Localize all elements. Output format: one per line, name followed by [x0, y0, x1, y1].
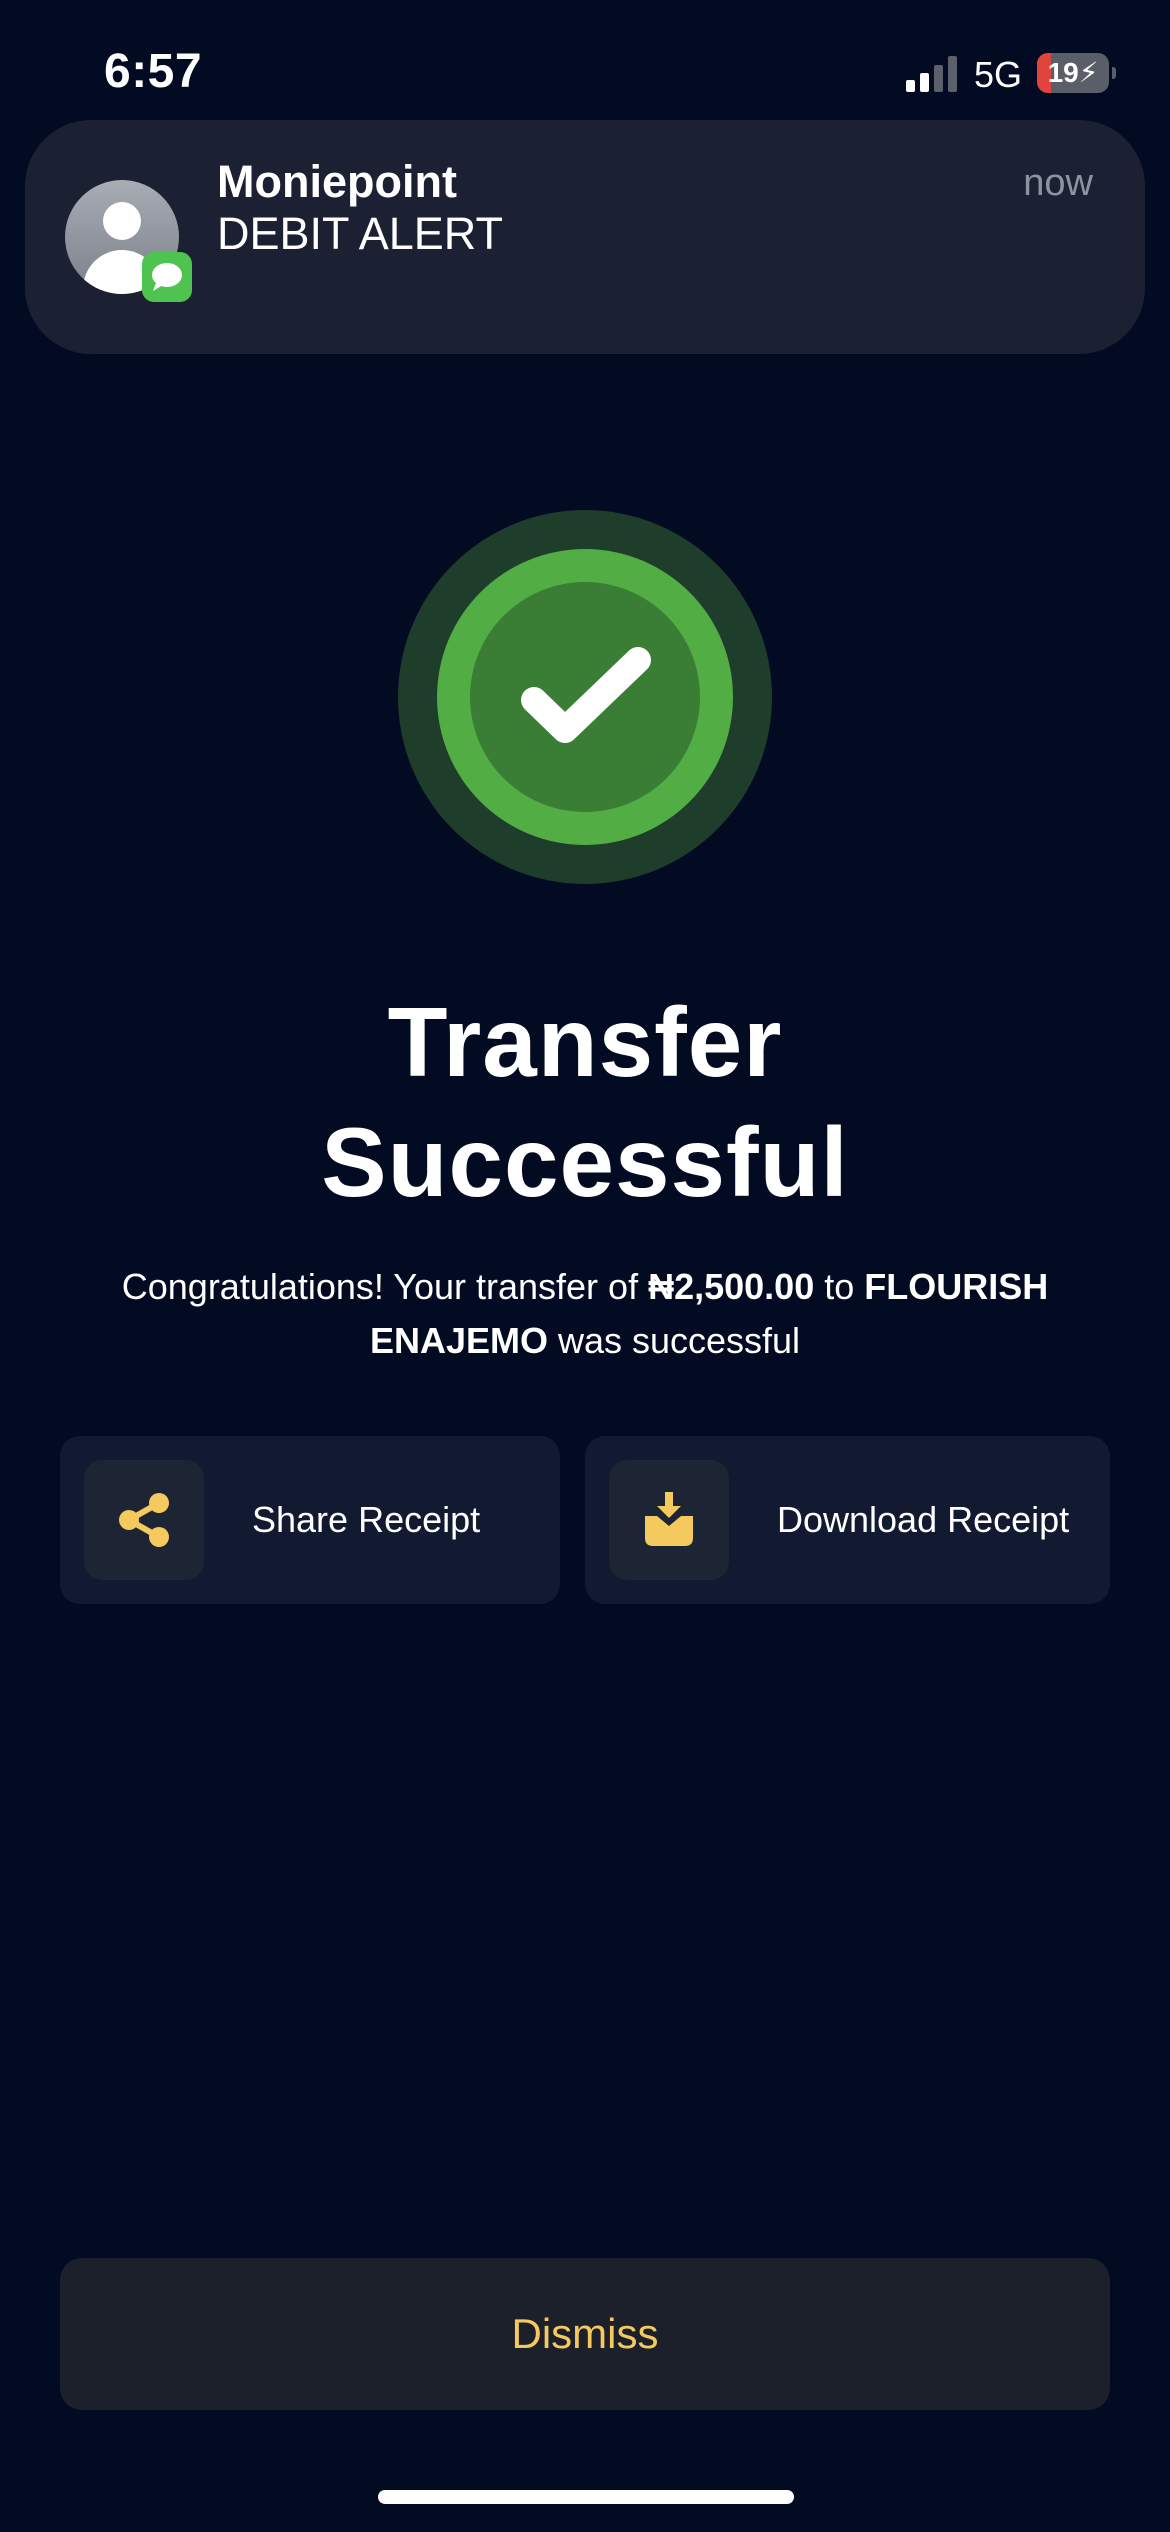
messages-app-icon: [142, 252, 192, 302]
success-message: Congratulations! Your transfer of ₦2,500…: [70, 1260, 1100, 1368]
notification-time: now: [1023, 162, 1093, 204]
share-receipt-button[interactable]: Share Receipt: [60, 1436, 560, 1604]
download-icon: [645, 1492, 693, 1546]
download-icon-box: [609, 1460, 729, 1580]
transfer-amount: ₦2,500.00: [648, 1266, 815, 1307]
cellular-signal-icon: [906, 56, 957, 92]
battery-level: 19⚡: [1047, 57, 1099, 88]
download-receipt-button[interactable]: Download Receipt: [585, 1436, 1110, 1604]
message-suffix: was successful: [547, 1320, 801, 1361]
message-prefix: Congratulations! Your transfer of: [121, 1266, 649, 1307]
checkmark-icon: [398, 510, 772, 884]
network-type: 5G: [974, 54, 1023, 95]
home-indicator[interactable]: [378, 2490, 794, 2504]
success-title-line2: Successful: [321, 1107, 849, 1217]
share-icon: [119, 1493, 169, 1547]
notification-banner[interactable]: Moniepoint DEBIT ALERT now: [25, 120, 1145, 354]
status-time: 6:57: [104, 45, 203, 98]
notification-message: DEBIT ALERT: [217, 208, 503, 259]
status-bar: 6:57 5G 19⚡: [0, 0, 1170, 120]
battery-icon: 19⚡: [1037, 53, 1116, 93]
share-receipt-label: Share Receipt: [252, 1499, 481, 1540]
notification-app-name: Moniepoint: [217, 156, 457, 207]
message-middle: to: [814, 1266, 865, 1307]
download-receipt-label: Download Receipt: [777, 1499, 1070, 1540]
share-icon-box: [84, 1460, 204, 1580]
success-title: Transfer Successful: [0, 982, 1170, 1222]
success-title-line1: Transfer: [387, 987, 783, 1097]
dismiss-button[interactable]: Dismiss: [60, 2258, 1110, 2410]
